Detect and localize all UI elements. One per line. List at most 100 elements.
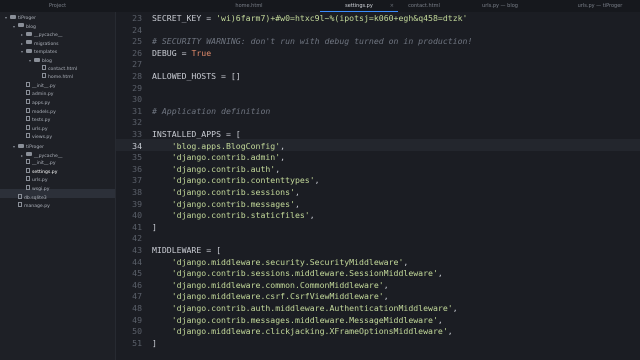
tree-file[interactable]: wsgi.py [21, 185, 50, 194]
code-line[interactable]: 'django.middleware.clickjacking.XFrameOp… [152, 326, 453, 336]
code-line[interactable]: 'django.contrib.sessions.middleware.Sess… [152, 268, 443, 278]
line-number: 23 [132, 13, 142, 23]
line-number: 39 [132, 198, 142, 209]
tree-item-label: tests.py [32, 118, 51, 124]
file-icon [26, 90, 30, 96]
line-number: 34 [132, 140, 142, 151]
tab-label: urls.py — blog [482, 3, 518, 9]
tab-urls-blog[interactable]: urls.py — blog [460, 0, 540, 12]
line-number: 48 [132, 303, 142, 313]
tree-folder[interactable]: ▸ __pycache__ [21, 31, 62, 39]
line-number: 27 [132, 59, 142, 70]
code-line[interactable]: 'django.contrib.contenttypes', [152, 175, 320, 185]
tree-item-label: __pycache__ [34, 153, 63, 159]
line-number: 42 [132, 233, 142, 244]
file-icon [26, 167, 30, 173]
code-line[interactable]: MIDDLEWARE = [ [152, 245, 221, 255]
folder-icon [26, 48, 32, 53]
tree-folder[interactable]: ▾ tiProger [5, 14, 36, 22]
line-number: 29 [132, 82, 142, 93]
tab-label: urls.py — tiProger [577, 3, 623, 9]
tree-file[interactable]: views.py [21, 133, 53, 142]
folder-icon [34, 57, 40, 62]
code-line[interactable]: INSTALLED_APPS = [ [152, 129, 241, 139]
file-icon [26, 81, 30, 87]
tab-label: contact.html [408, 3, 440, 9]
tree-folder[interactable]: ▾ templates [21, 48, 57, 56]
code-line[interactable]: 'django.contrib.auth.middleware.Authenti… [152, 303, 458, 313]
tree-item-label: home.html [48, 75, 73, 81]
code-line[interactable]: 'django.middleware.security.SecurityMidd… [152, 257, 409, 267]
folder-icon [18, 143, 24, 148]
code-line[interactable]: # Application definition [152, 106, 270, 116]
line-number: 36 [132, 163, 142, 174]
line-number: 45 [132, 268, 142, 279]
line-number: 46 [132, 279, 142, 290]
tree-file[interactable]: manage.py [13, 202, 50, 211]
tree-item-label: tiProger [18, 16, 36, 21]
line-number: 30 [132, 94, 142, 105]
line-number: 44 [132, 256, 142, 267]
tree-folder[interactable]: ▸ migrations [21, 40, 59, 48]
line-number: 40 [132, 210, 142, 221]
folder-icon [26, 152, 32, 157]
tree-item-label: urls.py [32, 178, 48, 184]
code-line[interactable]: 'blog.apps.BlogConfig', [152, 141, 285, 151]
tab-label: home.html [235, 3, 263, 9]
tree-file[interactable]: home.html [37, 73, 73, 82]
line-number: 35 [132, 152, 142, 163]
line-number: 49 [132, 314, 142, 325]
line-number: 37 [132, 175, 142, 186]
tree-item-label: urls.py [32, 126, 48, 132]
line-number: 51 [132, 337, 142, 348]
file-icon [26, 124, 30, 130]
code-line[interactable]: ALLOWED_HOSTS = [] [152, 71, 241, 81]
code-line[interactable]: 'django.contrib.sessions', [152, 187, 300, 197]
tree-item-label: tiProger [26, 145, 44, 150]
tree-item-label: apps.py [32, 101, 51, 106]
code-line[interactable]: DEBUG = True [152, 48, 211, 58]
tree-item-label: views.py [32, 135, 53, 141]
tree-item-label: contact.html [48, 66, 78, 72]
tab-home-html[interactable]: home.html [210, 0, 288, 12]
code-line[interactable]: 'django.contrib.staticfiles', [152, 210, 315, 220]
tree-folder[interactable]: ▾ tiProger [13, 143, 44, 151]
tree-folder[interactable]: ▾ blog [29, 57, 52, 65]
tree-item-label: wsgi.py [32, 187, 50, 192]
line-number: 31 [132, 105, 142, 116]
tree-item-label: manage.py [24, 204, 50, 210]
code-editor[interactable]: 23 24 25 26 27 28 29 30 31 32 33 34 35 36 37 38 39 40 41 42… [116, 12, 640, 360]
code-line[interactable]: 'django.contrib.messages', [152, 199, 300, 209]
line-number: 24 [132, 24, 142, 35]
tree-folder[interactable]: ▾ blog [13, 23, 36, 31]
fold-arrow-icon[interactable]: ◂ [230, 200, 236, 208]
file-icon [26, 133, 30, 139]
line-number: 25 [132, 36, 142, 47]
tree-item-label: admin.py [32, 92, 54, 98]
code-line[interactable]: # SECURITY WARNING: don't run with debug… [152, 36, 472, 46]
tree-file[interactable]: urls.py [21, 176, 48, 185]
tab-label: Project [48, 3, 67, 9]
code-line[interactable]: 'django.contrib.admin', [152, 152, 285, 162]
code-line[interactable]: 'django.middleware.common.CommonMiddlewa… [152, 280, 389, 290]
code-line[interactable]: 'django.contrib.auth', [152, 164, 280, 174]
tab-urls-tiproger[interactable]: urls.py — tiProger [560, 0, 640, 12]
code-line[interactable]: 'django.middleware.csrf.CsrfViewMiddlewa… [152, 291, 389, 301]
file-icon [26, 107, 30, 113]
folder-icon [10, 14, 16, 19]
file-icon [18, 202, 22, 208]
file-icon [26, 99, 30, 104]
folder-icon [18, 23, 24, 28]
tree-file[interactable]: urls.py [21, 124, 48, 134]
code-line[interactable]: ] [152, 222, 157, 232]
code-line[interactable]: SECRET_KEY = 'wi)6farm7)+#w0=htxc9l~%(ip… [152, 13, 468, 23]
tab-project[interactable]: Project [0, 0, 115, 12]
line-number: 50 [132, 326, 142, 337]
tree-item-label: blog [42, 59, 52, 64]
project-sidebar: ▾ tiProger ▾ blog ▸ __pycache__ ▸ migrations ▾ te… [0, 12, 116, 360]
code-line[interactable]: ] [152, 338, 157, 348]
tree-item-label: __init__.py [32, 161, 56, 167]
tree-item-label: blog [26, 24, 36, 30]
tree-item-label: templates [34, 50, 58, 56]
code-line[interactable]: 'django.contrib.messages.middleware.Mess… [152, 315, 443, 325]
